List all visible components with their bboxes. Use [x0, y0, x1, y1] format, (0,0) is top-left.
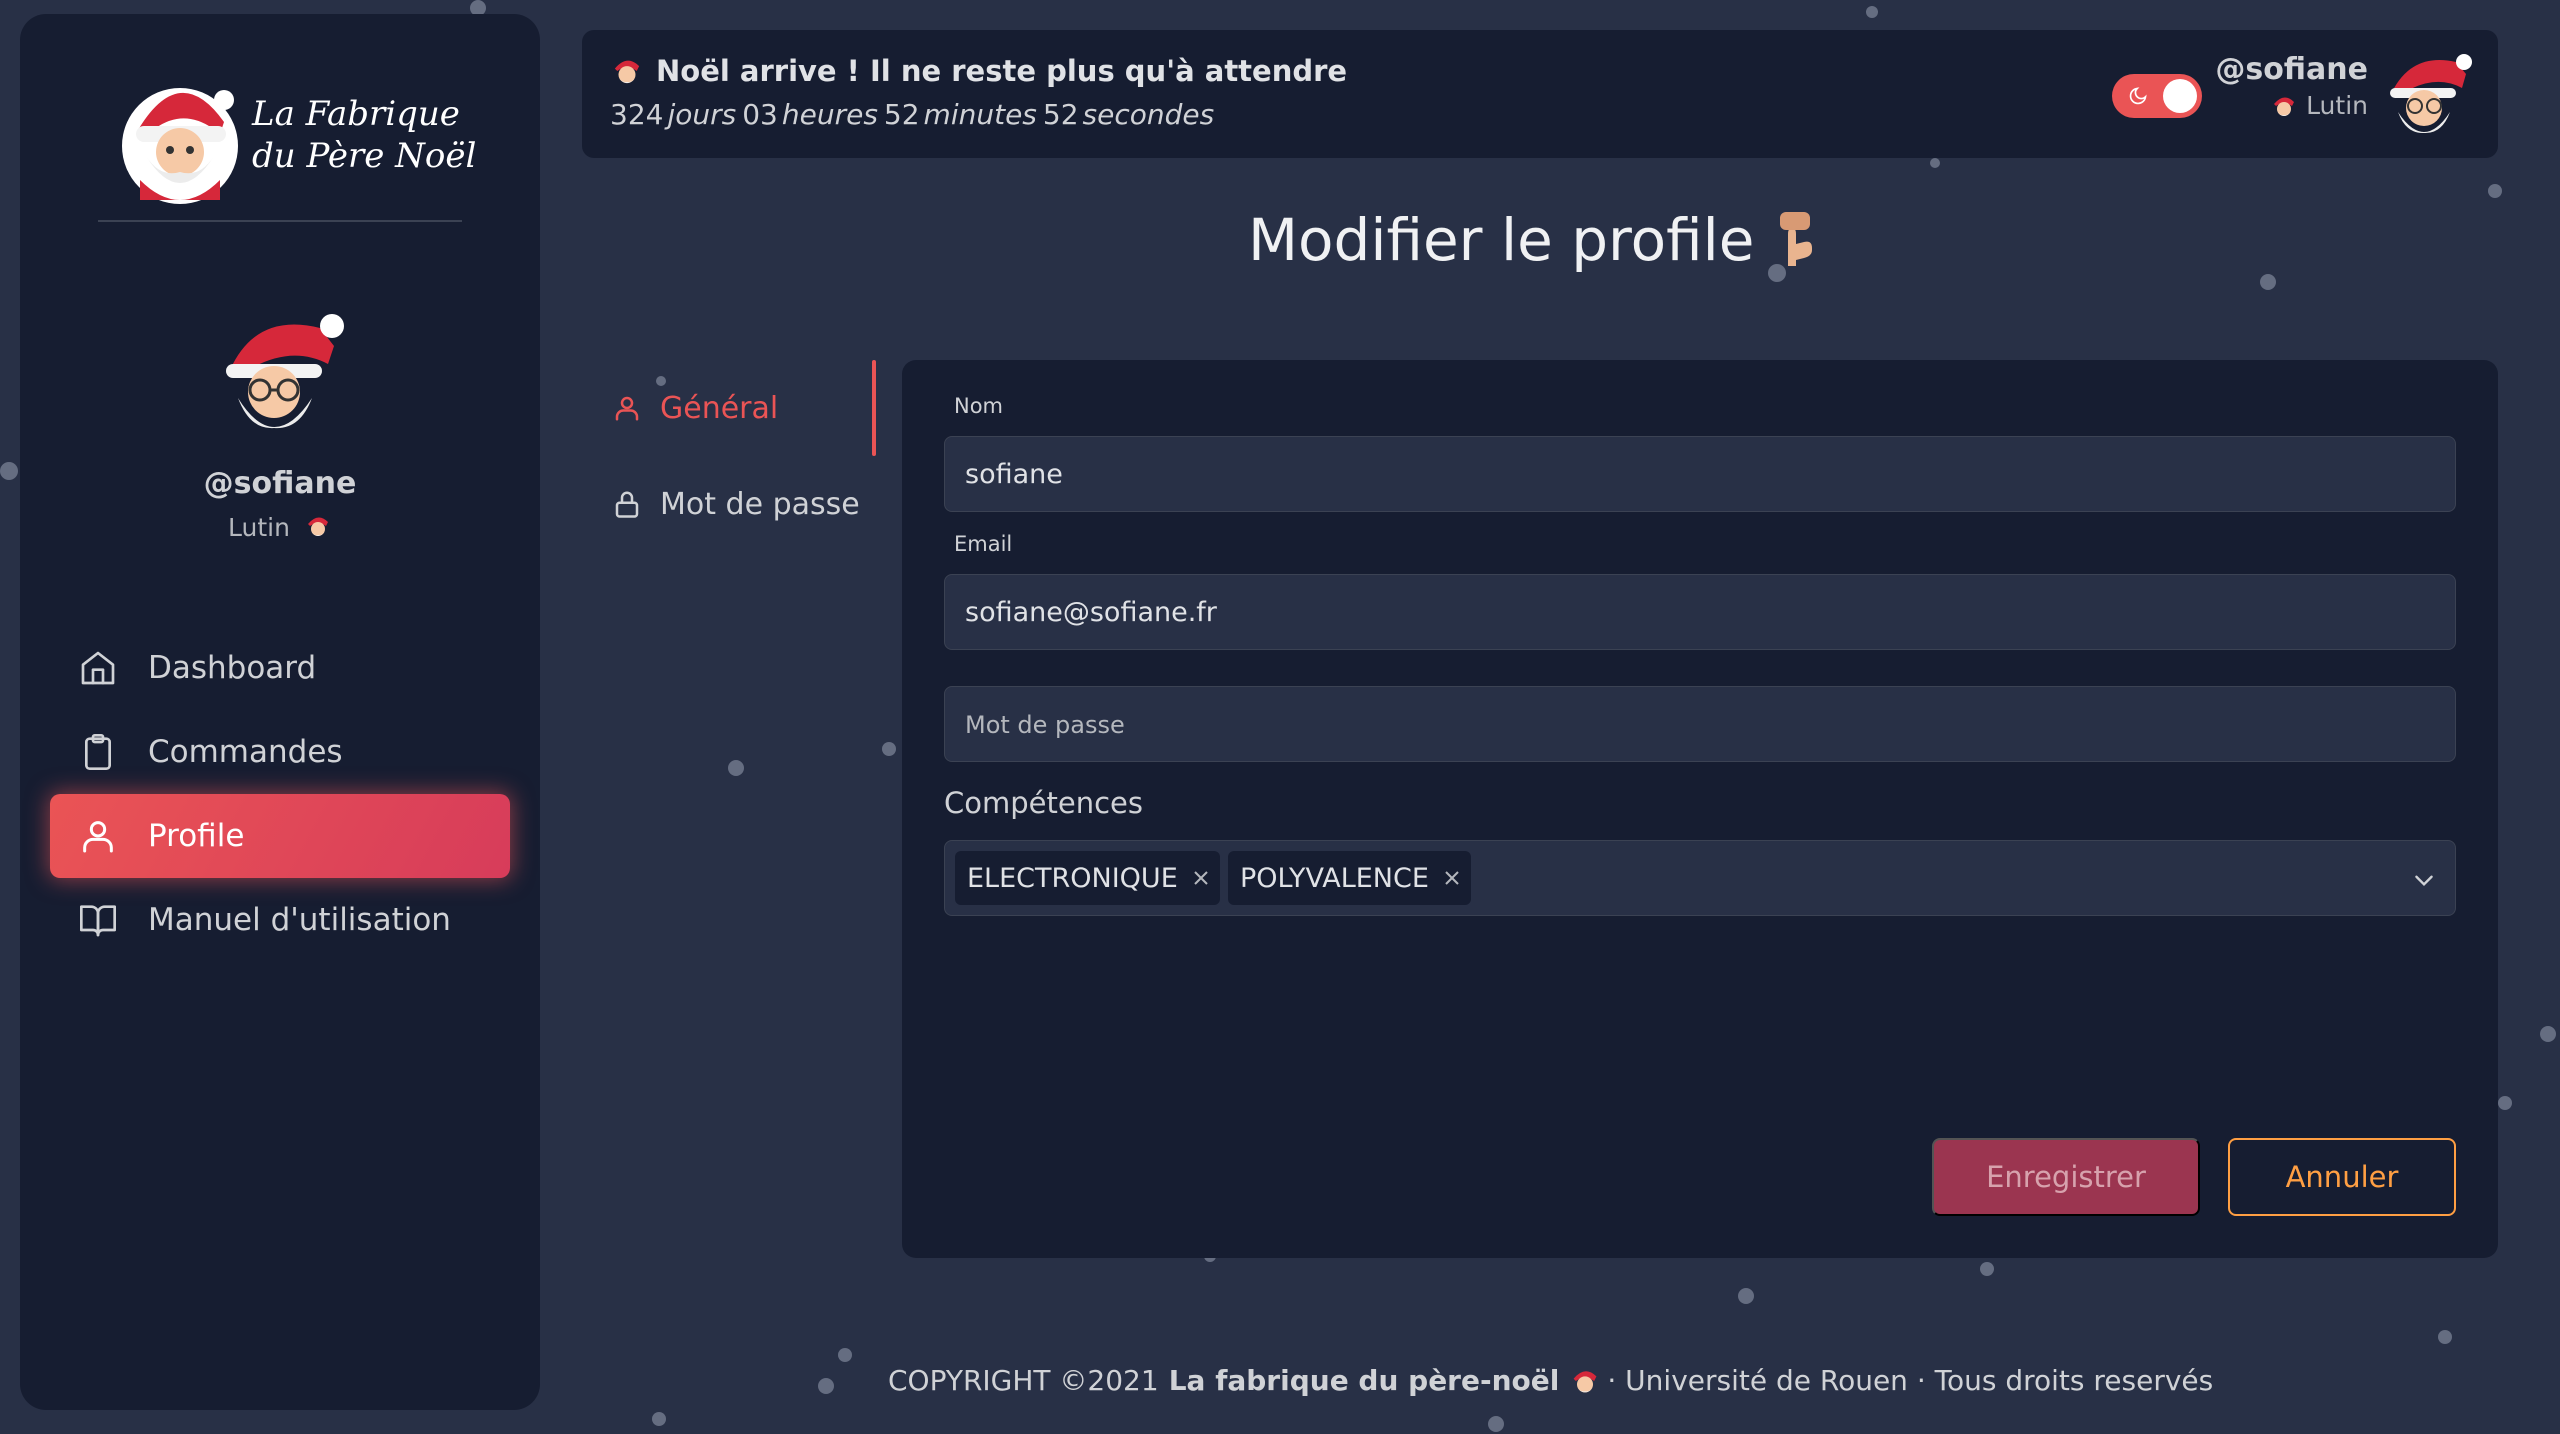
close-icon[interactable]	[1192, 869, 1210, 887]
home-icon	[81, 651, 115, 685]
tab-general[interactable]: Général	[600, 360, 878, 456]
snowflake	[652, 1412, 666, 1426]
skill-chip: ELECTRONIQUE	[955, 851, 1220, 905]
snowflake	[2540, 1026, 2556, 1042]
topbar: Noël arrive ! Il ne reste plus qu'à atte…	[582, 30, 2498, 158]
brand-name: La Fabrique du Père Noël	[252, 93, 476, 177]
sidebar-username: @sofiane	[203, 466, 357, 501]
countdown-minutes-unit: minutes	[923, 98, 1037, 131]
nav-item-label: Manuel d'utilisation	[148, 902, 451, 938]
nav-item-label: Dashboard	[148, 650, 317, 686]
page-title-text: Modifier le profile	[1248, 206, 1755, 274]
footer: COPYRIGHT ©2021 La fabrique du père-noël…	[888, 1364, 2213, 1397]
tab-password[interactable]: Mot de passe	[600, 456, 878, 552]
brand-name-line1: La Fabrique	[252, 94, 460, 134]
snowflake	[1488, 1416, 1504, 1432]
chevron-down-icon[interactable]	[2411, 867, 2437, 893]
skill-chip-label: POLYVALENCE	[1240, 862, 1429, 894]
countdown-timer: 324 jours 03 heures 52 minutes 52 secondes	[610, 98, 1220, 131]
brand[interactable]: La Fabrique du Père Noël	[120, 60, 476, 210]
santa-logo-icon	[122, 88, 238, 204]
name-input[interactable]	[944, 436, 2456, 512]
sidebar-role-label: Lutin	[228, 513, 290, 542]
snowflake	[2260, 274, 2276, 290]
skill-chip-label: ELECTRONIQUE	[967, 862, 1178, 894]
countdown-minutes: 52	[883, 98, 920, 131]
sidebar: La Fabrique du Père Noël @sofiane Lutin …	[20, 14, 540, 1410]
snowflake	[2498, 1096, 2512, 1110]
skills-select[interactable]: ELECTRONIQUE POLYVALENCE	[944, 840, 2456, 916]
santa-emoji-icon	[307, 517, 328, 536]
cancel-button[interactable]: Annuler	[2228, 1138, 2456, 1216]
santa-emoji-icon	[614, 60, 640, 84]
santa-emoji-icon	[2274, 96, 2295, 116]
countdown-seconds-unit: secondes	[1082, 98, 1215, 131]
user-icon	[615, 396, 639, 421]
countdown-days: 324	[610, 98, 664, 131]
countdown-seconds: 52	[1042, 98, 1079, 131]
brand-name-line2: du Père Noël	[252, 136, 477, 176]
settings-tabs: Général Mot de passe	[600, 360, 878, 552]
email-label: Email	[954, 532, 1013, 556]
profile-form-card: Nom Email Compétences ELECTRONIQUE POLYV…	[902, 360, 2498, 1258]
page-title: Modifier le profile	[1248, 206, 1818, 274]
close-icon[interactable]	[1443, 869, 1461, 887]
snowflake	[1738, 1288, 1754, 1304]
pointing-down-hand-icon	[1780, 212, 1813, 266]
snowflake	[728, 760, 744, 776]
sidebar-nav: Dashboard Commandes Profile Manuel d'uti…	[50, 626, 510, 962]
snowflake	[1866, 6, 1878, 18]
countdown-hours: 03	[742, 98, 778, 131]
snowflake	[838, 1348, 852, 1362]
santa-emoji-icon	[1573, 1370, 1597, 1392]
skills-label: Compétences	[944, 786, 1143, 820]
tab-label: Mot de passe	[660, 486, 860, 522]
book-icon	[80, 905, 116, 937]
clipboard-icon	[85, 734, 111, 770]
topbar-username: @sofiane	[2215, 52, 2368, 87]
tab-label: Général	[660, 390, 779, 426]
password-input[interactable]	[944, 686, 2456, 762]
divider	[98, 220, 462, 222]
nav-item-dashboard[interactable]: Dashboard	[50, 626, 510, 710]
lock-icon	[615, 491, 639, 518]
user-icon	[83, 821, 113, 853]
nav-item-commandes[interactable]: Commandes	[50, 710, 510, 794]
user-menu[interactable]: @sofiane Lutin	[2215, 52, 2368, 120]
footer-brand: La fabrique du père-noël	[1168, 1364, 1560, 1397]
footer-copyright: COPYRIGHT ©2021	[888, 1364, 1159, 1397]
snowflake	[0, 462, 18, 480]
countdown-title: Noël arrive ! Il ne reste plus qu'à atte…	[610, 54, 1347, 88]
nav-item-label: Profile	[148, 818, 245, 854]
snowflake	[2488, 184, 2502, 198]
countdown-days-unit: jours	[667, 98, 737, 131]
snowflake	[818, 1378, 834, 1394]
snowflake	[882, 742, 896, 756]
skill-chip: POLYVALENCE	[1228, 851, 1471, 905]
name-label: Nom	[954, 394, 1004, 418]
theme-toggle[interactable]	[2112, 74, 2202, 118]
countdown-hours-unit: heures	[781, 98, 878, 131]
santa-avatar[interactable]	[216, 306, 350, 440]
save-button[interactable]: Enregistrer	[1932, 1138, 2200, 1216]
snowflake	[1980, 1262, 1994, 1276]
nav-item-label: Commandes	[148, 734, 343, 770]
footer-suffix: · Université de Rouen · Tous droits rese…	[1607, 1364, 2214, 1397]
nav-item-manuel[interactable]: Manuel d'utilisation	[50, 878, 510, 962]
active-tab-indicator	[872, 360, 876, 456]
email-input[interactable]	[944, 574, 2456, 650]
moon-icon	[2129, 87, 2147, 105]
snowflake	[1930, 158, 1940, 168]
nav-item-profile[interactable]: Profile	[50, 794, 510, 878]
snowflake	[2438, 1330, 2452, 1344]
santa-avatar[interactable]	[2384, 48, 2474, 142]
countdown-title-text: Noël arrive ! Il ne reste plus qu'à atte…	[656, 54, 1348, 88]
toggle-knob	[2163, 79, 2197, 113]
sidebar-role: Lutin	[20, 512, 540, 542]
topbar-role: Lutin	[2215, 91, 2368, 120]
topbar-role-label: Lutin	[2306, 91, 2368, 120]
